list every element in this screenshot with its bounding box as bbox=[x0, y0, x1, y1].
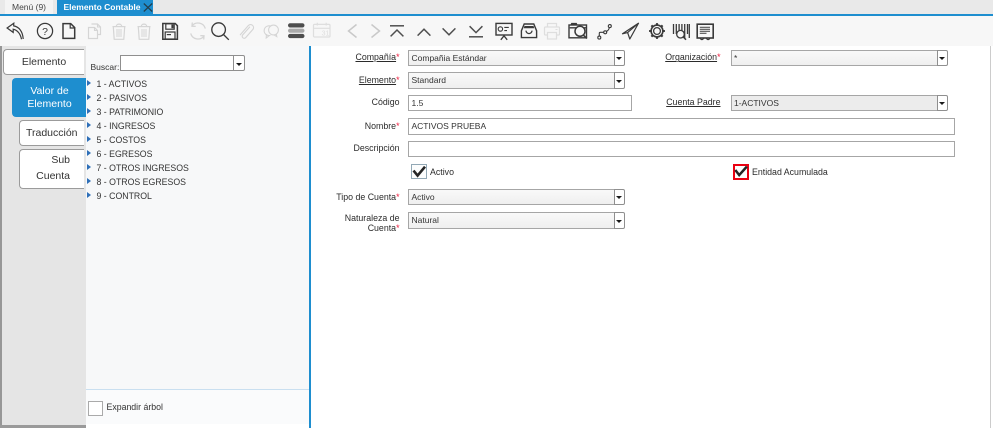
svg-text:?: ? bbox=[42, 26, 48, 38]
svg-text:31: 31 bbox=[322, 30, 330, 37]
